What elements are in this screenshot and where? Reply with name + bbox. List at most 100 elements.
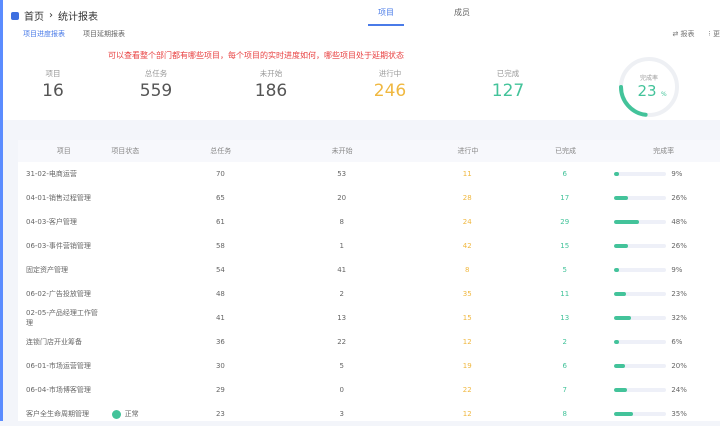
doing-tasks: 12 [462,338,472,346]
annotation-text: 可以查看整个部门都有哪些项目，每个项目的实时进度如何，哪些项目处于延期状态 [108,51,404,60]
breadcrumb: 首页 › 统计报表 [11,8,98,23]
progress-bar [614,364,667,368]
todo-tasks: 5 [339,362,344,370]
done-tasks: 17 [560,194,570,202]
table-row[interactable]: 06-01-市场运营管理 30 5 19 6 20% [18,354,720,378]
subtab-progress-report[interactable]: 项目进度报表 [23,29,65,39]
total-tasks: 54 [215,266,225,274]
total-tasks: 48 [215,290,225,298]
rate-text: 23% [671,290,687,298]
project-name[interactable]: 06-04-市场博客管理 [18,385,101,395]
table-row[interactable]: 固定资产管理 54 41 8 5 9% [18,258,720,282]
breadcrumb-home[interactable]: 首页 [24,8,44,23]
gauge-value: 23 [637,82,656,100]
stat-card: 项目 16 [18,68,88,101]
app-logo-icon [11,11,19,20]
project-name[interactable]: 06-01-市场运营管理 [18,361,101,371]
table-row[interactable]: 04-01-销售过程管理 65 20 28 17 26% [18,186,720,210]
doing-tasks: 12 [462,410,472,418]
header-total: 总任务 [210,147,232,155]
completion-rate: 26% [586,194,720,202]
stat-card: 总任务 559 [121,68,191,101]
subtab-delay-report[interactable]: 项目延期报表 [83,29,125,39]
table-row[interactable]: 02-05-产品经理工作管理 41 13 15 13 32% [18,306,720,330]
table-row[interactable]: 04-03-客户管理 61 8 24 29 48% [18,210,720,234]
project-name[interactable]: 04-03-客户管理 [18,217,101,227]
todo-tasks: 41 [337,266,347,274]
rate-text: 32% [671,314,687,322]
todo-tasks: 13 [337,314,347,322]
completion-rate: 26% [586,242,720,250]
stat-label: 项目 [45,69,61,78]
chevron-right-icon: › [49,10,53,21]
stat-label: 进行中 [378,69,402,78]
rate-text: 9% [671,266,683,274]
gauge-unit: % [661,91,667,98]
table-row[interactable]: 31-02-电商运营 70 53 11 6 9% [18,162,720,186]
project-name[interactable]: 06-02-广告投放管理 [18,289,101,299]
project-name[interactable]: 06-03-事件营销管理 [18,241,101,251]
todo-tasks: 22 [337,338,347,346]
rate-text: 6% [671,338,683,346]
header-status: 项目状态 [111,147,140,155]
project-name[interactable]: 04-01-销售过程管理 [18,193,101,203]
table-row[interactable]: 06-03-事件营销管理 58 1 42 15 26% [18,234,720,258]
total-tasks: 29 [215,386,225,394]
more-button[interactable]: ⁝ 更 [709,29,720,39]
done-tasks: 6 [562,170,567,178]
project-status: 正常 [101,409,149,419]
project-name[interactable]: 02-05-产品经理工作管理 [18,308,101,328]
doing-tasks: 11 [462,170,472,178]
doing-tasks: 15 [462,314,472,322]
progress-fill [614,244,628,248]
total-tasks: 36 [215,338,225,346]
stat-card: 进行中 246 [355,68,425,101]
done-tasks: 7 [562,386,567,394]
project-name[interactable]: 连锁门店开业筹备 [18,337,101,347]
total-tasks: 58 [215,242,225,250]
header-rate: 完成率 [653,147,675,155]
todo-tasks: 2 [339,290,344,298]
todo-tasks: 0 [339,386,344,394]
breadcrumb-current: 统计报表 [58,12,98,23]
completion-rate: 9% [586,266,720,274]
completion-rate: 9% [586,170,720,178]
progress-bar [614,412,667,416]
doing-tasks: 28 [462,194,472,202]
progress-bar [614,388,667,392]
done-tasks: 5 [562,266,567,274]
progress-fill [614,388,627,392]
todo-tasks: 8 [339,218,344,226]
table-row[interactable]: 连锁门店开业筹备 36 22 12 2 6% [18,330,720,354]
project-name[interactable]: 客户全生命周期管理 [18,409,101,419]
stat-value: 16 [42,81,64,101]
progress-fill [614,196,628,200]
completion-rate: 23% [586,290,720,298]
total-tasks: 61 [215,218,225,226]
tab-members[interactable]: 成员 [444,7,480,26]
table-row[interactable]: 06-04-市场博客管理 29 0 22 7 24% [18,378,720,402]
stat-label: 已完成 [496,69,520,78]
tab-projects[interactable]: 项目 [368,7,404,26]
progress-bar [614,172,667,176]
completion-rate: 32% [586,314,720,322]
stat-label: 总任务 [144,69,168,78]
doing-tasks: 22 [462,386,472,394]
table-row[interactable]: 06-02-广告投放管理 48 2 35 11 23% [18,282,720,306]
stat-value: 127 [491,81,525,101]
table-row[interactable]: 客户全生命周期管理 正常 23 3 12 8 35% [18,402,720,426]
total-tasks: 41 [215,314,225,322]
total-tasks: 70 [215,170,225,178]
todo-tasks: 3 [339,410,344,418]
stat-card: 已完成 127 [473,68,543,101]
progress-fill [614,364,625,368]
project-name[interactable]: 固定资产管理 [18,265,101,275]
progress-fill [614,172,620,176]
doing-tasks: 24 [462,218,472,226]
rate-text: 24% [671,386,687,394]
project-name[interactable]: 31-02-电商运营 [18,169,101,179]
report-icon: ⇄ [672,30,681,38]
done-tasks: 13 [560,314,570,322]
completion-rate: 48% [586,218,720,226]
report-button[interactable]: ⇄ 报表 [672,29,694,39]
